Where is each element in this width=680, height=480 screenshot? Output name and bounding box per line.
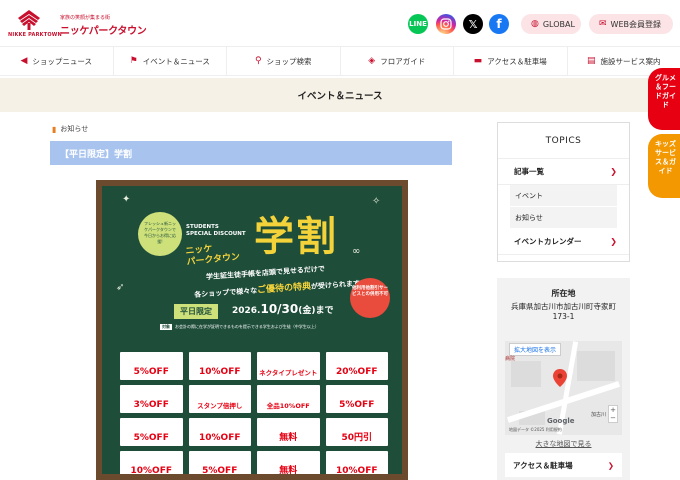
nikke-logo-icon[interactable] (14, 8, 44, 30)
poster-headline: 学割 (254, 214, 338, 260)
glasses-doodle-icon: ∞ (352, 246, 361, 257)
map-label: 加古川 (591, 412, 607, 418)
brand-name[interactable]: ニッケパークタウン (60, 22, 147, 37)
facebook-icon[interactable]: f (489, 14, 509, 34)
category-label: ▮ お知らせ (52, 124, 89, 134)
coupon-card: 全品10%OFF (257, 385, 320, 413)
large-map-link[interactable]: 大きな地図で見る (497, 439, 630, 449)
coupon-card: 5%OFF (325, 385, 388, 413)
map-expand-button[interactable]: 拡大地図を表示 (509, 343, 562, 356)
instagram-icon[interactable] (436, 14, 456, 34)
global-label: GLOBAL (542, 19, 575, 29)
site-header: NIKKE PARKTOWN 家族の笑顔が集まる街 ニッケパークタウン LINE… (0, 0, 680, 46)
coupon-card: スタンプ倍押し (188, 385, 251, 413)
poster-notice-circle: 他利用他割引サービスとの併用不可 (350, 278, 390, 318)
member-label: WEB会員登録 (610, 19, 661, 29)
coupon-card: 5%OFF (120, 418, 183, 446)
nav-floor-guide[interactable]: ◈ フロアガイド (341, 47, 454, 75)
poster-weekday-badge: 平日限定 (174, 304, 218, 319)
nav-event-news[interactable]: ⚑ イベント＆ニュース (114, 47, 227, 75)
topics-event[interactable]: イベント (510, 185, 617, 207)
poster-date: 2026.10/30(金)まで (232, 302, 334, 316)
poster-note: 対象 お会計の際に在学が証明できるものを提示できる学生および生徒（中学生以上） (160, 324, 319, 330)
section-title-band: イベント＆ニュース (0, 78, 680, 112)
nav-shop-news[interactable]: ◀ ショップニュース (0, 47, 114, 75)
coupon-card: 10%OFF (120, 451, 183, 474)
google-map[interactable]: 拡大地図を表示 病院 加古川 Google + − 地図データ ©2025 利用規… (505, 341, 622, 435)
x-icon[interactable]: 𝕏 (463, 14, 483, 34)
map-attribution: 地図データ ©2025 利用規約 (509, 427, 562, 432)
main-nav: ◀ ショップニュース ⚑ イベント＆ニュース ⚲ ショップ検索 ◈ フロアガイド ▬ アク… (0, 46, 680, 76)
topics-title: TOPICS (498, 123, 629, 159)
flag-icon: ⚑ (129, 56, 138, 66)
access-address: 兵庫県加古川市加古川町寺家町173-1 (511, 302, 616, 321)
chevron-right-icon: ❯ (610, 167, 617, 176)
coupon-card: 無料 (257, 451, 320, 474)
coupon-card: 5%OFF (120, 352, 183, 380)
nav-access-parking[interactable]: ▬ アクセス＆駐車場 (454, 47, 568, 75)
map-pin-icon (553, 369, 567, 387)
coupon-card: ネクタイプレゼント (257, 352, 320, 380)
poster-bubble: フレッシュ新ニッケパークタウンで今日からお得に応援! (138, 212, 182, 256)
poster-brand: ニッケ パークタウン (184, 244, 241, 268)
coupon-card: 50円引 (325, 418, 388, 446)
star-doodle-icon: ✦ (122, 194, 131, 205)
member-register-button[interactable]: ✉ WEB会員登録 (589, 14, 673, 34)
campaign-poster: ✦ ✧ ➶ ∞ フレッシュ新ニッケパークタウンで今日からお得に応援! STUDE… (96, 180, 408, 480)
layers-icon: ◈ (368, 56, 376, 66)
chevron-right-icon: ❯ (607, 460, 614, 470)
topics-all-articles[interactable]: 記事一覧 ❯ (498, 159, 629, 185)
coupon-card: 10%OFF (325, 451, 388, 474)
bookmark-icon: ▮ (52, 124, 57, 134)
food-guide-tab[interactable]: グルメ＆フードガイド (648, 68, 680, 130)
coupon-card: 20%OFF (325, 352, 388, 380)
kids-guide-tab[interactable]: キッズサービス＆ガイド (648, 134, 680, 198)
car-icon: ▬ (473, 56, 483, 66)
arrow-doodle-icon: ➶ (116, 282, 125, 293)
map-label: 病院 (505, 356, 516, 362)
star-doodle-icon: ✧ (372, 196, 381, 207)
search-icon: ⚲ (254, 56, 262, 66)
article-title: 【平日限定】学割 (50, 141, 452, 165)
document-icon: ▤ (586, 56, 596, 66)
global-button[interactable]: ◍ GLOBAL (521, 14, 581, 34)
access-panel: 所在地 兵庫県加古川市加古川町寺家町173-1 拡大地図を表示 病院 加古川 G… (497, 278, 630, 480)
brand-tagline: 家族の笑顔が集まる街 (60, 15, 111, 21)
topics-panel: TOPICS 記事一覧 ❯ イベント お知らせ イベントカレンダー ❯ (497, 122, 630, 262)
access-parking-button[interactable]: アクセス＆駐車場 ❯ (505, 453, 622, 477)
nav-shop-search[interactable]: ⚲ ショップ検索 (227, 47, 341, 75)
google-logo-icon: Google (547, 417, 575, 425)
coupon-card: 3%OFF (120, 385, 183, 413)
chevron-right-icon: ❯ (610, 237, 617, 246)
coupon-card: 5%OFF (188, 451, 251, 474)
coupon-grid: 5%OFF 10%OFF ネクタイプレゼント 20%OFF 3%OFF スタンプ… (120, 352, 388, 474)
line-icon[interactable]: LINE (408, 14, 428, 34)
access-title: 所在地 (551, 289, 576, 298)
topics-notice[interactable]: お知らせ (510, 207, 617, 229)
map-zoom-control[interactable]: + − (608, 405, 618, 423)
mail-icon: ✉ (599, 19, 607, 29)
poster-en-title: STUDENTS SPECIAL DISCOUNT (186, 224, 246, 237)
coupon-card: 10%OFF (188, 352, 251, 380)
brand-en: NIKKE PARKTOWN (8, 32, 62, 38)
megaphone-icon: ◀ (20, 56, 28, 66)
coupon-card: 無料 (257, 418, 320, 446)
coupon-card: 10%OFF (188, 418, 251, 446)
chalkboard: ✦ ✧ ➶ ∞ フレッシュ新ニッケパークタウンで今日からお得に応援! STUDE… (102, 186, 402, 474)
topics-event-calendar[interactable]: イベントカレンダー ❯ (498, 229, 629, 255)
section-title: イベント＆ニュース (297, 91, 383, 102)
globe-icon: ◍ (531, 19, 539, 29)
